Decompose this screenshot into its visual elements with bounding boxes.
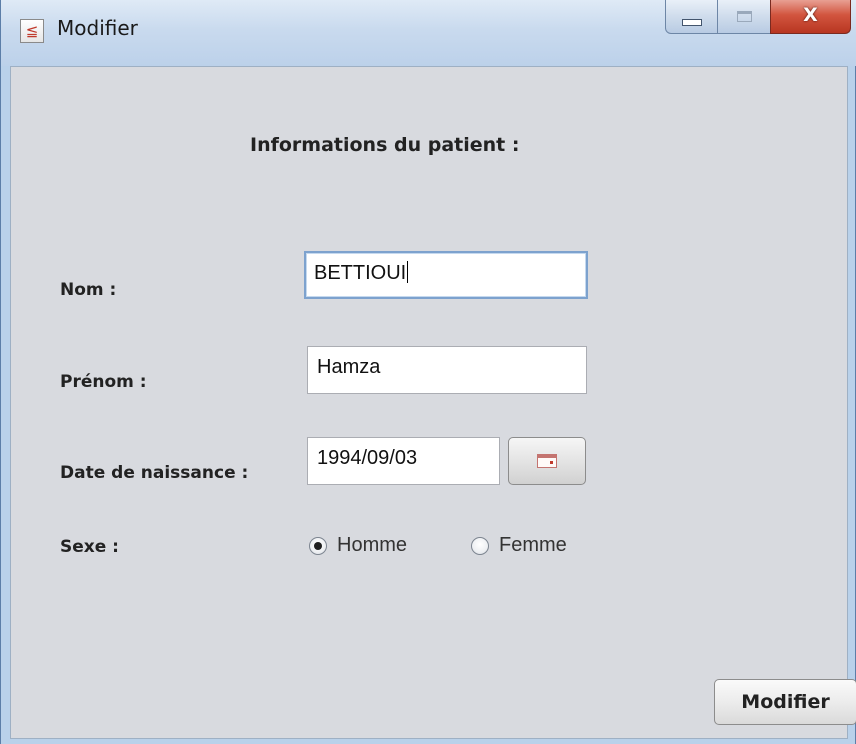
maximize-button[interactable] <box>717 0 771 34</box>
maximize-icon <box>736 11 752 22</box>
close-icon: X <box>803 3 818 26</box>
form-panel: Informations du patient : Nom : BETTIOUI… <box>10 66 856 739</box>
close-button[interactable]: X <box>770 0 851 34</box>
prenom-input[interactable]: Hamza <box>307 346 587 394</box>
minimize-button[interactable] <box>665 0 718 34</box>
modifier-window: ≦ Modifier X Informations du patient : N… <box>0 0 856 744</box>
nom-label: Nom : <box>60 280 117 300</box>
date-naissance-label: Date de naissance : <box>60 463 249 483</box>
radio-femme[interactable]: Femme <box>471 534 567 557</box>
radio-selected-dot <box>314 541 322 550</box>
date-naissance-input[interactable]: 1994/09/03 <box>307 437 500 485</box>
sexe-label: Sexe : <box>60 537 119 557</box>
nom-input[interactable]: BETTIOUI <box>304 251 588 299</box>
window-title: Modifier <box>57 16 138 40</box>
radio-homme-label[interactable]: Homme <box>337 534 407 557</box>
date-naissance-value: 1994/09/03 <box>317 447 418 469</box>
modifier-button[interactable]: Modifier <box>714 679 856 725</box>
java-app-icon[interactable]: ≦ <box>20 19 44 43</box>
form-heading: Informations du patient : <box>250 134 520 156</box>
prenom-label: Prénom : <box>60 372 147 392</box>
radio-homme-circle[interactable] <box>309 536 327 555</box>
radio-femme-label[interactable]: Femme <box>499 534 567 557</box>
text-caret <box>407 261 409 283</box>
calendar-button[interactable] <box>508 437 586 485</box>
prenom-value: Hamza <box>317 356 381 378</box>
calendar-icon <box>537 454 557 468</box>
radio-femme-circle[interactable] <box>471 536 489 555</box>
minimize-icon <box>681 19 702 26</box>
title-bar[interactable]: ≦ Modifier X <box>1 0 856 66</box>
radio-homme[interactable]: Homme <box>309 534 407 557</box>
nom-value: BETTIOUI <box>314 262 407 284</box>
